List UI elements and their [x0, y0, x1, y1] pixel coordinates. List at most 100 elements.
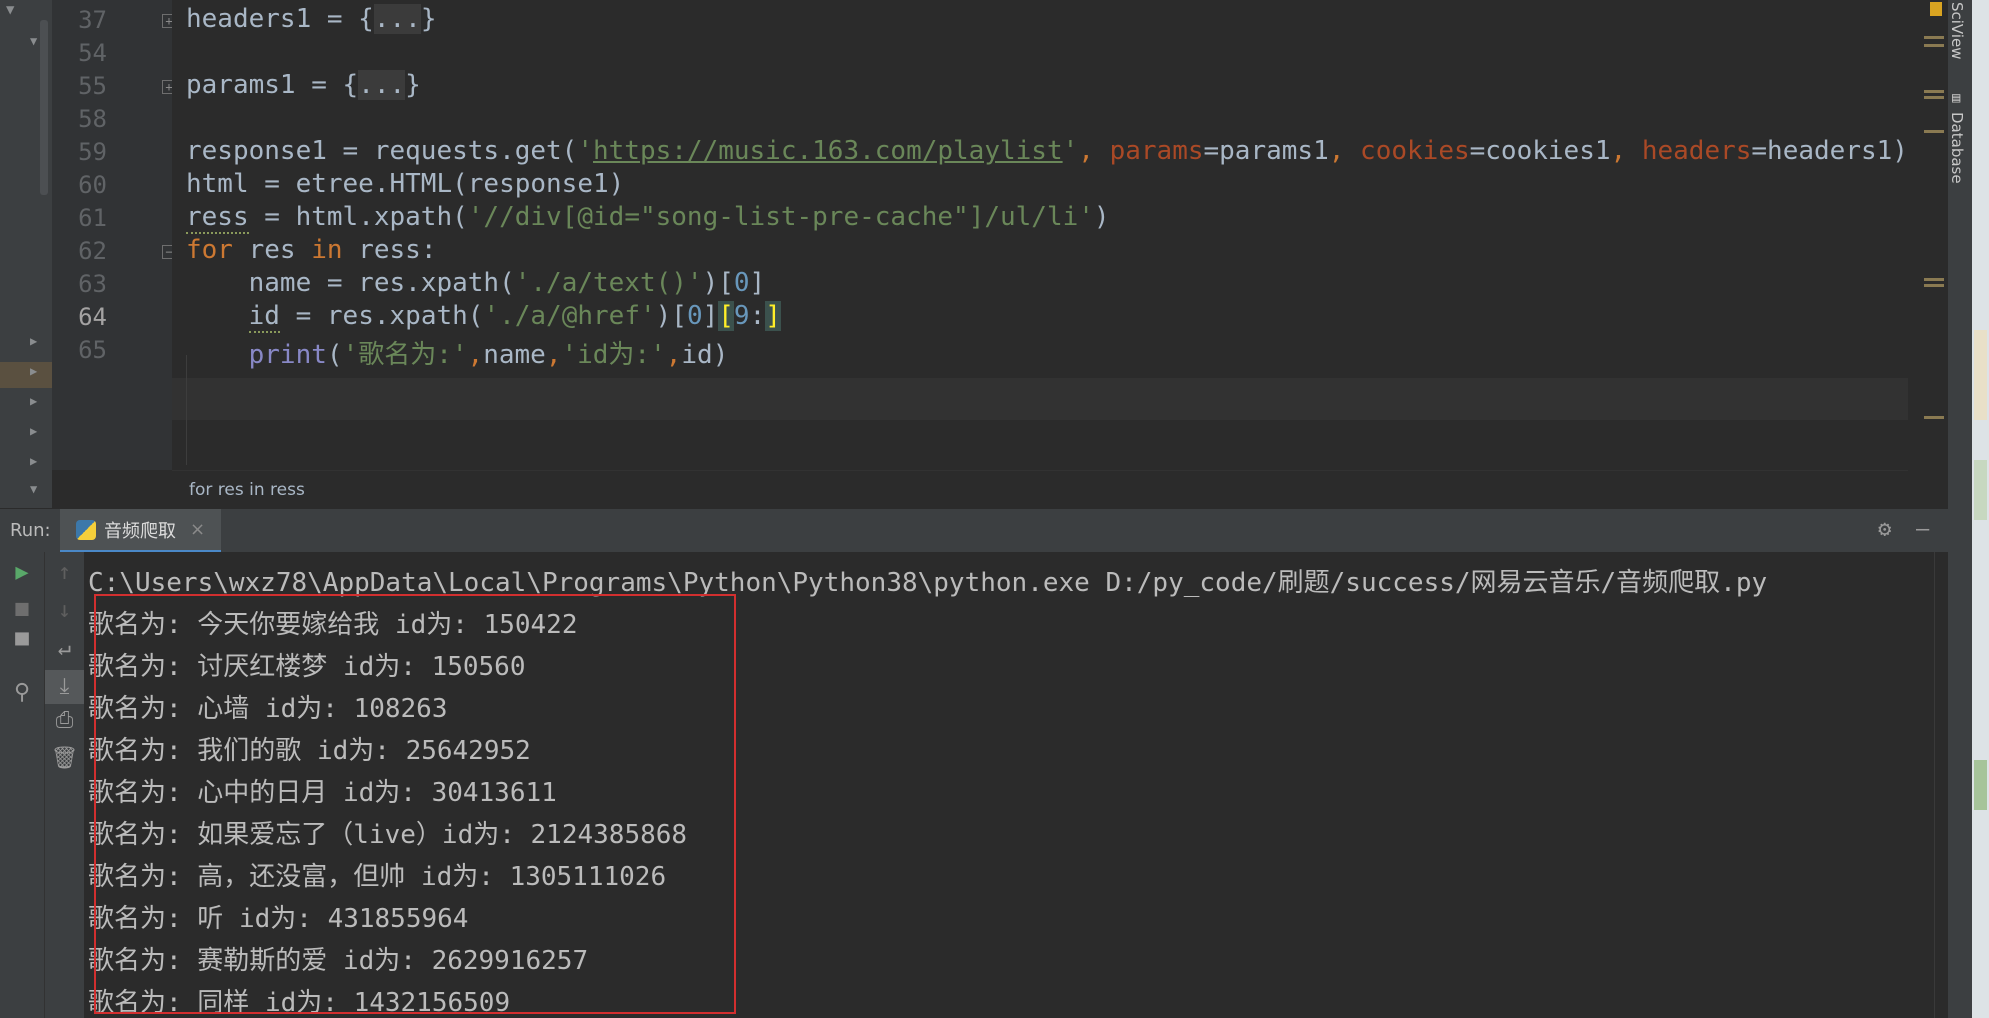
error-stripe-mark[interactable] [1924, 130, 1944, 133]
code-line[interactable]: headers1 = {...} [186, 4, 436, 34]
code-token: 9 [733, 301, 750, 331]
code-line[interactable]: html = etree.HTML(response1) [186, 169, 624, 199]
code-token: './a/text()' [514, 268, 703, 298]
code-token: = html.xpath( [248, 202, 468, 232]
arrow-down-icon[interactable]: ↓ [45, 598, 84, 623]
breadcrumb-item[interactable]: for res in ress [189, 480, 305, 500]
code-token: '歌名为:' [342, 340, 468, 370]
code-token: response1 = requests.get( [186, 136, 578, 166]
highlight-box [94, 594, 736, 1014]
code-token: , [665, 340, 682, 370]
breadcrumb[interactable]: for res in ress [172, 470, 1948, 508]
error-stripe-mark[interactable] [1924, 90, 1944, 93]
line-number: 64 [78, 303, 107, 331]
error-stripe-mark[interactable] [1924, 284, 1944, 287]
gear-icon[interactable]: ⚙ [1878, 517, 1891, 542]
expand-arrow-icon[interactable]: ▶ [30, 424, 37, 438]
code-token: ( [326, 340, 343, 370]
code-token: html = etree.HTML(response1) [186, 169, 625, 199]
editor-scrollbar[interactable] [1908, 0, 1948, 508]
close-tab-icon[interactable]: × [190, 519, 205, 540]
minimize-icon[interactable]: — [1916, 517, 1929, 542]
right-tool-strip: SciView ▤ Database [1948, 0, 1972, 1018]
code-token: )[ [702, 268, 734, 298]
code-token: , [545, 340, 562, 370]
code-token: res [232, 235, 312, 265]
code-token: print [248, 340, 327, 370]
highlighted-row [0, 362, 52, 388]
pin-icon[interactable]: ⚲ [0, 680, 44, 705]
line-number: 63 [78, 270, 107, 298]
line-number-gutter: 37 +54 55 +58 59 60 61 62−63 64 65 [52, 0, 176, 470]
arrow-up-icon[interactable]: ↑ [45, 560, 84, 585]
scroll-to-end-icon[interactable]: ⤓ [45, 670, 84, 704]
left-tool-strip: ▼ ▼ ▶ ▶ ▶ ▶ ▶ ▼ [0, 0, 52, 508]
layout-icon[interactable]: ▀ [0, 634, 44, 659]
code-token: 0 [686, 301, 703, 331]
error-stripe-mark[interactable] [1924, 278, 1944, 281]
code-token: , [467, 340, 484, 370]
code-token: =params1 [1203, 136, 1329, 166]
indent-guide [186, 355, 187, 465]
expand-arrow-icon[interactable]: ▶ [30, 364, 37, 378]
run-toolbar-secondary: ↑ ↓ ↵ ⤓ ⎙ 🗑 [44, 552, 84, 1018]
stop-icon[interactable]: ■ [0, 596, 44, 621]
code-line[interactable]: id = res.xpath('./a/@href')[0][9:] [186, 301, 781, 333]
line-number: 62 [78, 237, 107, 265]
code-line[interactable]: params1 = {...} [186, 70, 421, 100]
code-line[interactable]: ress = html.xpath('//div[@id="song-list-… [186, 202, 1110, 234]
project-scrollbar[interactable] [40, 20, 48, 195]
code-token: './a/@href' [483, 301, 656, 331]
database-tab[interactable]: Database [1948, 112, 1966, 184]
run-label: Run: [10, 520, 51, 541]
code-token: : [749, 301, 766, 331]
code-token: name = res.xpath( [186, 268, 515, 298]
line-number: 54 [78, 39, 107, 67]
inspection-status-icon[interactable] [1930, 2, 1942, 16]
run-panel-header: Run: 音频爬取 × ⚙ — [0, 508, 1948, 553]
line-number: 65 [78, 336, 107, 364]
error-stripe-mark[interactable] [1924, 416, 1944, 419]
code-token: ress [186, 202, 249, 234]
code-token: ] [765, 301, 781, 331]
code-token: 0 [733, 268, 750, 298]
print-icon[interactable]: ⎙ [45, 708, 84, 733]
expand-arrow-icon[interactable]: ▶ [30, 394, 37, 408]
code-line[interactable]: response1 = requests.get('https://music.… [186, 136, 1908, 166]
code-line[interactable]: name = res.xpath('./a/text()')[0] [186, 268, 766, 298]
expand-arrow-icon[interactable]: ▶ [30, 454, 37, 468]
run-icon[interactable]: ▶ [0, 560, 44, 585]
line-number: 55 [78, 72, 107, 100]
error-stripe-mark[interactable] [1924, 96, 1944, 99]
code-line[interactable]: print('歌名为:',name,'id为:',id) [186, 334, 729, 371]
error-stripe-mark[interactable] [1924, 44, 1944, 47]
code-token: , [1328, 136, 1361, 166]
code-token: = res.xpath( [279, 301, 484, 331]
collapse-arrow-icon[interactable]: ▼ [30, 34, 37, 48]
collapse-arrow-icon[interactable]: ▼ [30, 482, 37, 496]
database-icon: ▤ [1952, 90, 1961, 106]
expand-arrow-icon[interactable]: ▶ [30, 334, 37, 348]
soft-wrap-icon[interactable]: ↵ [45, 636, 84, 661]
trash-icon[interactable]: 🗑 [45, 746, 84, 771]
run-tab[interactable]: 音频爬取 × [60, 509, 222, 553]
collapse-arrow-icon[interactable]: ▼ [6, 2, 14, 18]
code-token: ress: [342, 235, 437, 265]
code-token: ... [358, 70, 406, 100]
code-editor[interactable]: headers1 = {...} params1 = {...} response1… [172, 0, 1948, 470]
line-number: 60 [78, 171, 107, 199]
console-scrollbar[interactable] [1934, 552, 1948, 1018]
code-line[interactable]: for res in ress: [186, 235, 436, 265]
line-number: 59 [78, 138, 107, 166]
code-token: , [1610, 136, 1642, 166]
line-number: 61 [78, 204, 107, 232]
sciview-tab[interactable]: SciView [1948, 2, 1966, 60]
error-stripe-mark[interactable] [1924, 36, 1944, 39]
code-token: } [420, 4, 437, 34]
code-token: ] [749, 268, 766, 298]
run-tab-title[interactable]: 音频爬取 [104, 517, 176, 543]
code-token: )[ [655, 301, 687, 331]
code-token: ) [1093, 202, 1110, 232]
code-token: for [186, 235, 233, 265]
